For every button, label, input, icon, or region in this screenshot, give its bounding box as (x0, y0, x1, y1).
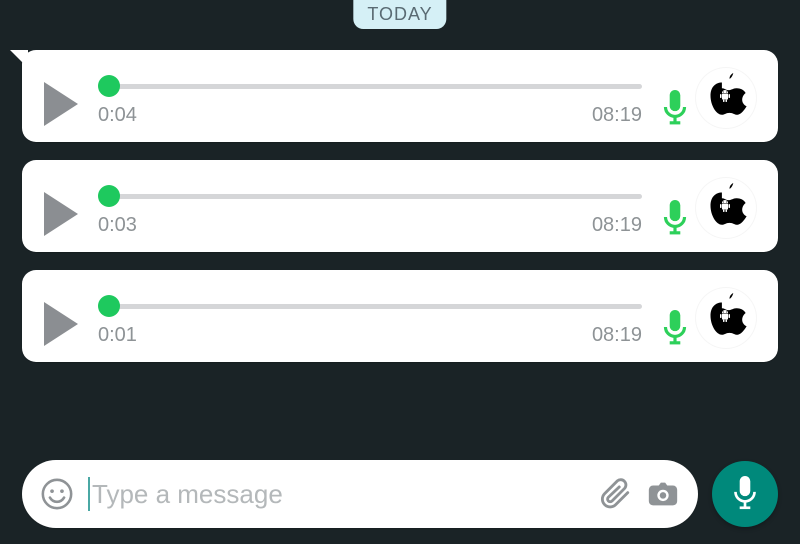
sender-avatar[interactable] (696, 178, 756, 238)
compose-bar: Type a message (22, 460, 778, 528)
audio-meta: 0:01 08:19 (98, 324, 642, 347)
apple-android-icon (704, 73, 748, 123)
text-cursor (88, 477, 90, 511)
message-time: 08:19 (592, 104, 642, 127)
emoji-icon[interactable] (40, 477, 74, 511)
audio-meta: 0:04 08:19 (98, 104, 642, 127)
seekbar-line (98, 304, 642, 309)
voice-message-bubble: 0:01 08:19 (22, 270, 778, 362)
mic-icon (662, 200, 688, 236)
mic-icon (662, 310, 688, 346)
input-placeholder: Type a message (92, 479, 283, 510)
audio-seekbar[interactable] (98, 184, 642, 208)
date-label: TODAY (367, 4, 432, 24)
voice-message-bubble: 0:04 08:19 (22, 50, 778, 142)
seekbar-thumb[interactable] (98, 295, 120, 317)
sender-avatar[interactable] (696, 68, 756, 128)
audio-duration: 0:03 (98, 214, 137, 237)
apple-android-icon (704, 293, 748, 343)
audio-duration: 0:04 (98, 104, 137, 127)
audio-track-area: 0:03 08:19 (98, 178, 642, 237)
camera-icon[interactable] (646, 477, 680, 511)
message-time: 08:19 (592, 324, 642, 347)
message-input[interactable]: Type a message (88, 460, 584, 528)
apple-android-icon (704, 183, 748, 233)
mic-white-icon (731, 476, 759, 512)
audio-track-area: 0:01 08:19 (98, 288, 642, 347)
seekbar-thumb[interactable] (98, 185, 120, 207)
play-icon[interactable] (44, 302, 78, 346)
mic-icon (662, 90, 688, 126)
seekbar-line (98, 84, 642, 89)
messages-list: 0:04 08:19 (22, 50, 778, 380)
seekbar-thumb[interactable] (98, 75, 120, 97)
seekbar-line (98, 194, 642, 199)
audio-duration: 0:01 (98, 324, 137, 347)
message-time: 08:19 (592, 214, 642, 237)
play-icon[interactable] (44, 82, 78, 126)
date-pill: TODAY (353, 0, 446, 29)
record-voice-button[interactable] (712, 461, 778, 527)
sender-avatar[interactable] (696, 288, 756, 348)
voice-message-bubble: 0:03 08:19 (22, 160, 778, 252)
audio-meta: 0:03 08:19 (98, 214, 642, 237)
play-icon[interactable] (44, 192, 78, 236)
audio-seekbar[interactable] (98, 74, 642, 98)
audio-seekbar[interactable] (98, 294, 642, 318)
attach-icon[interactable] (598, 477, 632, 511)
audio-track-area: 0:04 08:19 (98, 68, 642, 127)
compose-box: Type a message (22, 460, 698, 528)
